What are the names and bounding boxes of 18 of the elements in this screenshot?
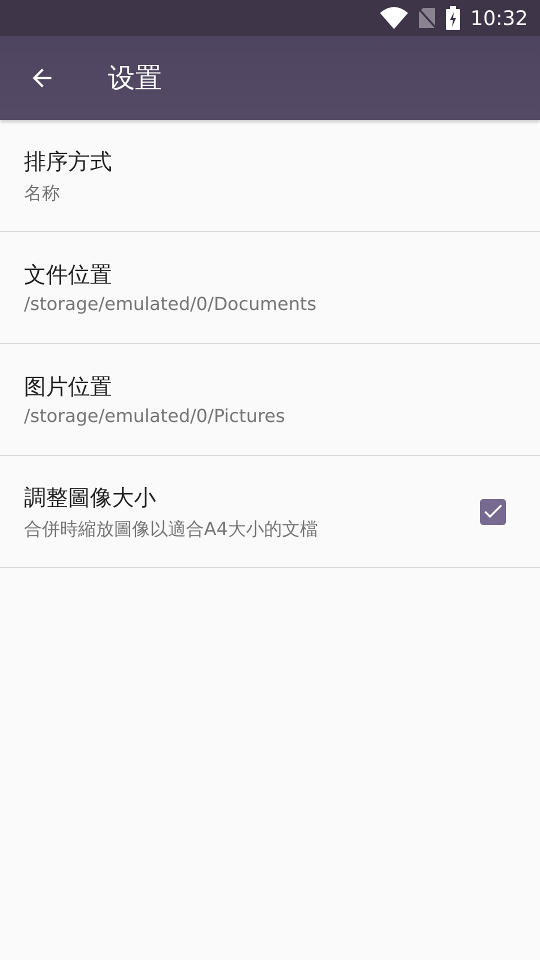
setting-summary: /storage/emulated/0/Pictures <box>24 406 286 427</box>
setting-summary: 名称 <box>24 182 61 204</box>
no-sim-icon <box>418 7 436 29</box>
setting-title: 文件位置 <box>24 262 113 290</box>
setting-title: 調整圖像大小 <box>24 484 157 512</box>
clock-time: 10:32 <box>470 6 528 30</box>
setting-summary: /storage/emulated/0/Documents <box>24 294 318 315</box>
setting-title: 图片位置 <box>24 374 113 402</box>
setting-title: 排序方式 <box>24 148 113 176</box>
setting-row[interactable]: 图片位置 /storage/emulated/0/Pictures <box>0 344 540 456</box>
checkbox[interactable] <box>480 498 506 524</box>
battery-charging-icon <box>446 6 460 30</box>
setting-row[interactable]: 排序方式 名称 <box>0 120 540 232</box>
setting-summary: 合併時縮放圖像以適合A4大小的文檔 <box>24 518 319 540</box>
setting-row[interactable]: 調整圖像大小 合併時縮放圖像以適合A4大小的文檔 <box>0 456 540 568</box>
setting-row[interactable]: 文件位置 /storage/emulated/0/Documents <box>0 232 540 344</box>
wifi-icon <box>380 7 408 29</box>
screen-title: 设置 <box>108 62 162 96</box>
